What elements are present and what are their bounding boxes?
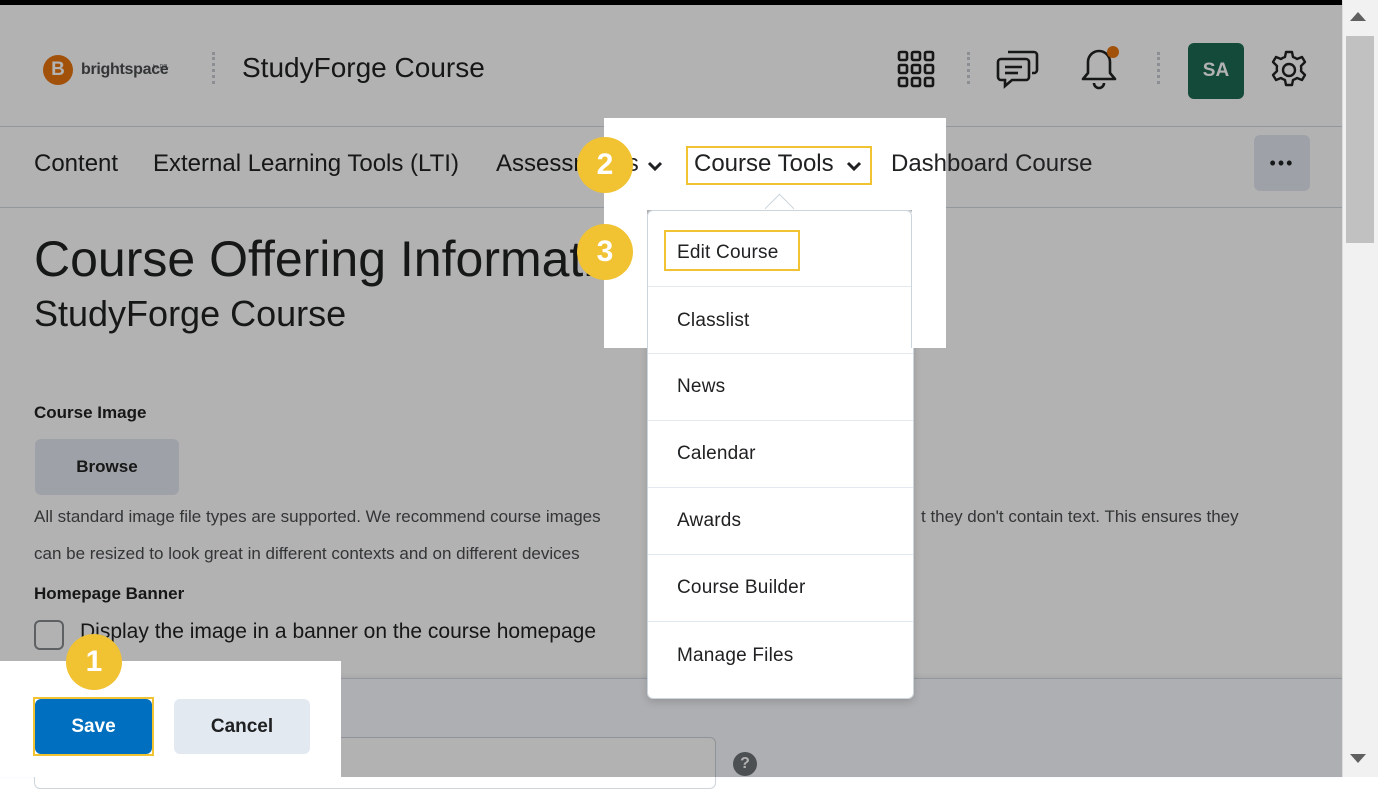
menu-item-manage-files[interactable]: Manage Files [648,622,913,689]
callout-badge-3: 3 [577,224,633,280]
scrollbar-thumb[interactable] [1346,36,1374,243]
menu-item-news[interactable]: News [648,354,913,421]
menu-item-classlist-highlight[interactable]: Classlist [648,287,911,354]
scroll-up-icon[interactable] [1350,12,1366,21]
highlight-edit-course [664,230,800,271]
callout-badge-2: 2 [577,137,633,193]
cancel-button[interactable]: Cancel [174,699,310,754]
highlight-course-tools [686,146,872,185]
chevron-down-icon [646,157,664,180]
callout-badge-1: 1 [66,634,122,690]
scroll-down-icon[interactable] [1350,754,1366,763]
menu-item-course-builder[interactable]: Course Builder [648,555,913,622]
menu-item-calendar[interactable]: Calendar [648,421,913,488]
nav-dashboard-course[interactable]: Dashboard Course [891,150,1092,178]
highlight-save [33,697,154,756]
menu-item-awards[interactable]: Awards [648,488,913,555]
